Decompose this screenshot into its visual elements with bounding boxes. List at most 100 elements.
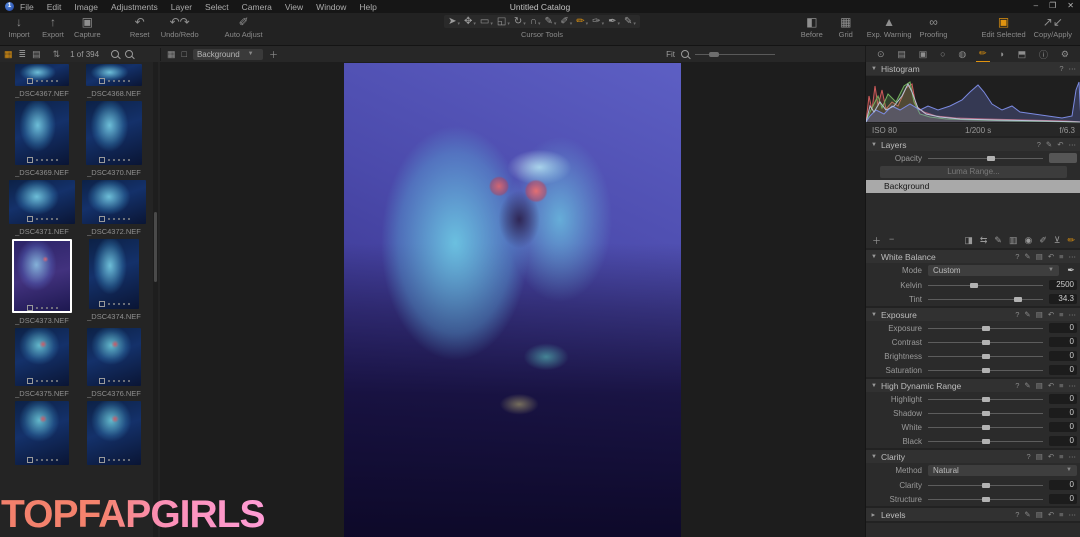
exposure-brightness-slider-thumb[interactable] [982, 354, 990, 359]
browser-scrollbar[interactable] [153, 62, 158, 537]
tab-lens[interactable]: ○ [937, 47, 948, 61]
edit-selected-button[interactable]: ▣Edit Selected [981, 15, 1025, 39]
copy-icon[interactable]: ▤ [1036, 252, 1043, 261]
white-balance-header[interactable]: ▼ White Balance ?✎▤↶≡⋯ [866, 250, 1080, 263]
hdr-black-slider[interactable] [928, 441, 1043, 442]
tab-color[interactable]: ◍ [955, 47, 969, 62]
star-dot-icon[interactable] [51, 159, 53, 161]
linear-gradient-mask-icon[interactable]: ▥ [1009, 235, 1018, 246]
hdr-shadow-slider[interactable] [928, 413, 1043, 414]
star-dot-icon[interactable] [108, 380, 110, 382]
wb-kelvin-slider[interactable] [928, 285, 1043, 286]
preset-icon[interactable]: ≡ [1059, 510, 1063, 519]
star-dot-icon[interactable] [46, 307, 48, 309]
preset-icon[interactable]: ≡ [1059, 252, 1063, 261]
rating-dots[interactable] [99, 215, 130, 222]
wb-tint-slider[interactable] [928, 299, 1043, 300]
color-tag-icon[interactable] [27, 216, 33, 222]
star-dot-icon[interactable] [113, 80, 115, 82]
thumbnail-cell[interactable]: _DSC4373.NEF [6, 239, 78, 325]
star-dot-icon[interactable] [36, 380, 38, 382]
undo-icon[interactable]: ↶ [1048, 310, 1054, 319]
background-layer-row[interactable]: Background [866, 180, 1080, 193]
star-dot-icon[interactable] [128, 218, 130, 220]
list-view-icon[interactable]: ≣ [19, 49, 27, 60]
color-tag-icon[interactable] [27, 305, 33, 311]
star-dot-icon[interactable] [46, 380, 48, 382]
add-layer-icon[interactable]: ＋ [872, 234, 881, 247]
clarity-clarity-value[interactable]: 0 [1049, 480, 1077, 490]
star-dot-icon[interactable] [56, 80, 58, 82]
color-tag-icon[interactable] [27, 157, 33, 163]
help-icon[interactable]: ? [1059, 64, 1063, 73]
radial-mask-tool[interactable]: ✎▾ [624, 16, 636, 27]
straighten-tool[interactable]: ∩▾ [530, 16, 541, 27]
menu-file[interactable]: File [20, 2, 34, 12]
exposure-brightness-slider[interactable] [928, 356, 1043, 357]
browser-scrollbar-thumb[interactable] [154, 212, 157, 282]
capture-button[interactable]: ▣Capture [74, 15, 101, 39]
thumbnail-cell[interactable]: _DSC4367.NEF [6, 64, 78, 98]
star-dot-icon[interactable] [118, 459, 120, 461]
clarity-clarity-slider[interactable] [928, 485, 1043, 486]
undo-icon[interactable]: ↶ [1048, 252, 1054, 261]
opacity-slider[interactable] [928, 158, 1043, 159]
help-icon[interactable]: ? [1015, 252, 1019, 261]
grid-view-icon[interactable]: ▦ [4, 49, 13, 60]
wb-tint-slider-thumb[interactable] [1014, 297, 1022, 302]
exposure-contrast-slider[interactable] [928, 342, 1043, 343]
star-dot-icon[interactable] [51, 80, 53, 82]
histogram-header[interactable]: ▼ Histogram ?⋯ [866, 62, 1080, 75]
star-dot-icon[interactable] [123, 218, 125, 220]
more-icon[interactable]: ⋯ [1069, 452, 1077, 461]
menu-image[interactable]: Image [74, 2, 98, 12]
star-dot-icon[interactable] [56, 307, 58, 309]
star-dot-icon[interactable] [128, 303, 130, 305]
star-dot-icon[interactable] [123, 303, 125, 305]
display-mask-icon[interactable]: ◨ [964, 235, 973, 246]
star-dot-icon[interactable] [118, 218, 120, 220]
maximize-button[interactable]: ❐ [1049, 1, 1056, 10]
rating-dots[interactable] [27, 77, 58, 84]
menu-edit[interactable]: Edit [47, 2, 62, 12]
radial-gradient-mask-icon[interactable]: ◉ [1024, 235, 1032, 246]
star-dot-icon[interactable] [113, 303, 115, 305]
star-dot-icon[interactable] [113, 459, 115, 461]
clarity-structure-slider[interactable] [928, 499, 1043, 500]
collapse-icon[interactable]: ▼ [871, 142, 877, 148]
star-dot-icon[interactable] [36, 218, 38, 220]
hdr-white-value[interactable]: 0 [1049, 422, 1077, 432]
clarity-structure-value[interactable]: 0 [1049, 494, 1077, 504]
zoom-slider-thumb[interactable] [709, 52, 719, 57]
thumbnail-cell[interactable]: _DSC4375.NEF [6, 328, 78, 398]
star-dot-icon[interactable] [51, 218, 53, 220]
rating-dots[interactable] [27, 304, 58, 311]
star-dot-icon[interactable] [36, 459, 38, 461]
collapse-icon[interactable]: ▼ [871, 66, 877, 72]
wb-eyedropper-icon[interactable]: ✒ [1065, 265, 1077, 276]
brush-icon[interactable]: ✎ [1046, 140, 1052, 149]
thumbnail-cell[interactable]: _DSC4376.NEF [78, 328, 150, 398]
filmstrip-view-icon[interactable]: ▤ [32, 49, 41, 60]
star-dot-icon[interactable] [123, 459, 125, 461]
star-dot-icon[interactable] [113, 218, 115, 220]
exposure-saturation-slider[interactable] [928, 370, 1043, 371]
draw-mask-icon[interactable]: ✎ [994, 235, 1002, 246]
star-dot-icon[interactable] [41, 459, 43, 461]
star-dot-icon[interactable] [46, 459, 48, 461]
opacity-slider-thumb[interactable] [987, 156, 995, 161]
star-dot-icon[interactable] [123, 159, 125, 161]
star-dot-icon[interactable] [113, 380, 115, 382]
preset-icon[interactable]: ≡ [1059, 452, 1063, 461]
exposure-exposure-value[interactable]: 0 [1049, 323, 1077, 333]
help-icon[interactable]: ? [1027, 452, 1031, 461]
star-dot-icon[interactable] [41, 159, 43, 161]
brush-icon[interactable]: ✎ [1024, 510, 1030, 519]
brush-icon[interactable]: ✎ [1024, 252, 1030, 261]
thumbnail-image[interactable] [12, 239, 72, 313]
more-icon[interactable]: ⋯ [1069, 310, 1077, 319]
star-dot-icon[interactable] [41, 307, 43, 309]
more-icon[interactable]: ⋯ [1069, 140, 1077, 149]
pan-tool[interactable]: ✥▾ [464, 16, 476, 27]
luma-range-button[interactable]: Luma Range... [880, 166, 1067, 178]
